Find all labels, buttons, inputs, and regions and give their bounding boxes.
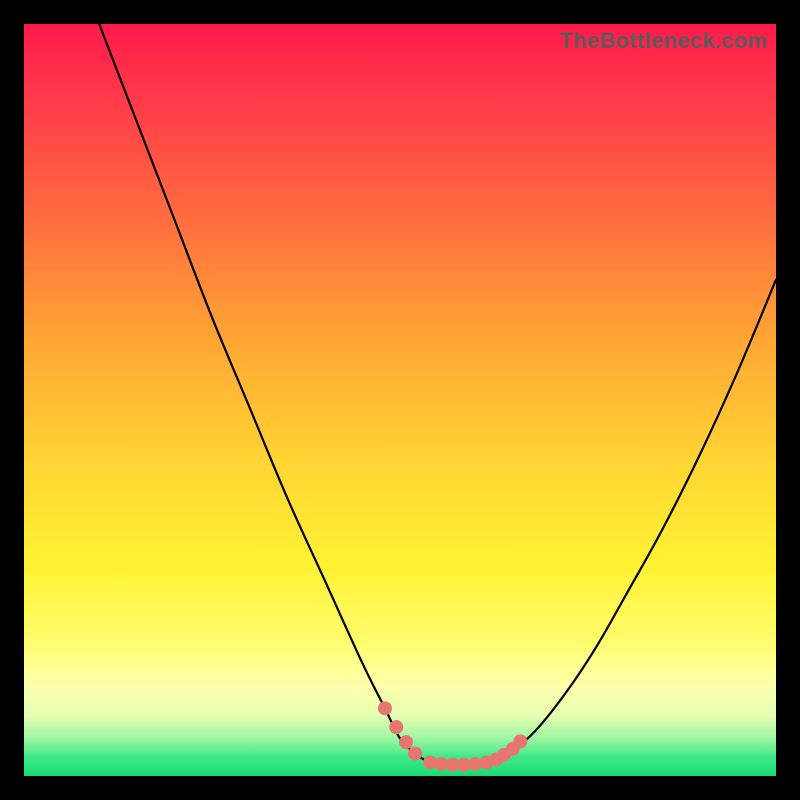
- curve-right-arm: [494, 280, 776, 761]
- curve-left-arm: [99, 24, 426, 761]
- valley-marker-dot: [513, 734, 527, 748]
- valley-marker-dot: [408, 746, 422, 760]
- valley-marker-dot: [399, 735, 413, 749]
- valley-marker-dot: [389, 720, 403, 734]
- valley-marker-dot: [378, 701, 392, 715]
- bottleneck-plot: [24, 24, 776, 776]
- chart-frame: TheBottleneck.com: [24, 24, 776, 776]
- valley-markers: [378, 701, 527, 771]
